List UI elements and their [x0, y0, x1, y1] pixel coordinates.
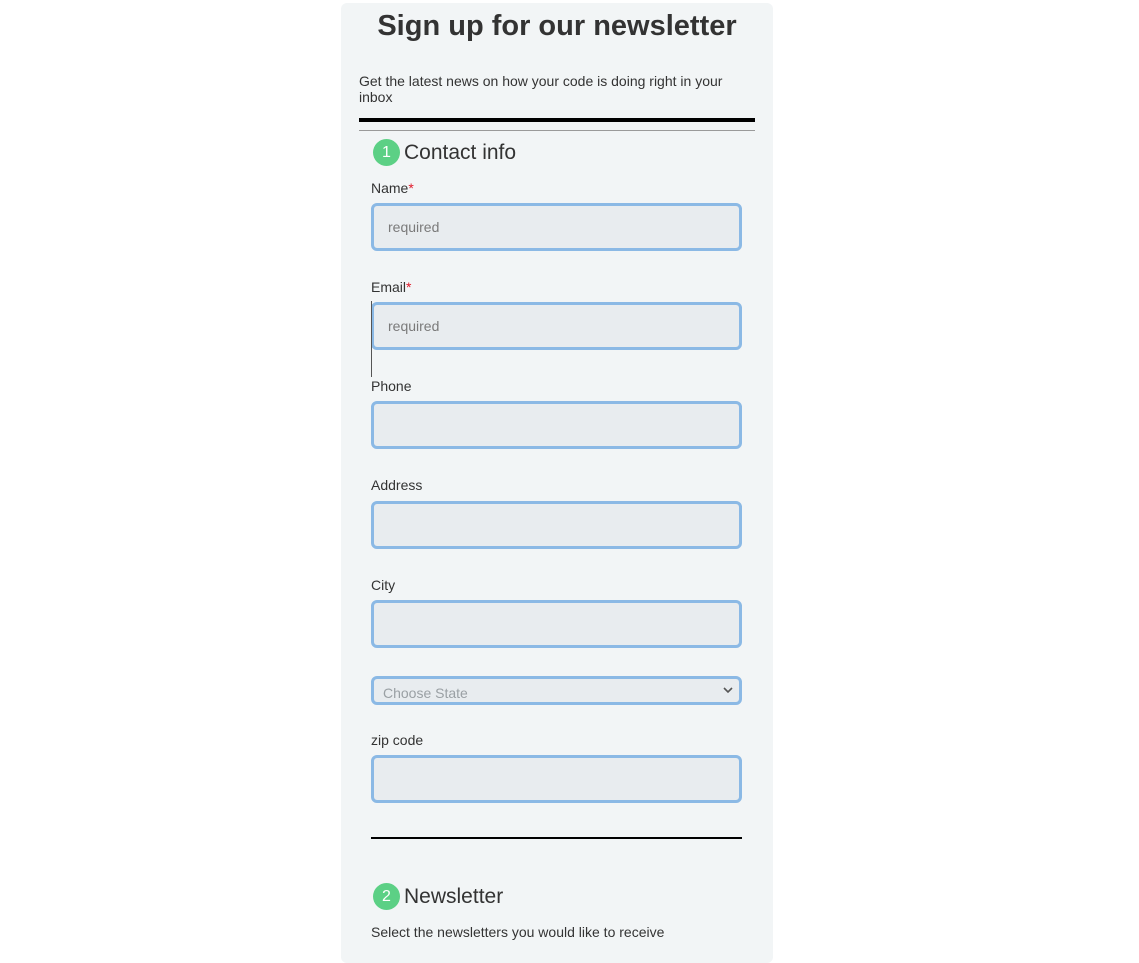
- address-input[interactable]: [371, 501, 742, 549]
- state-select[interactable]: Choose State: [371, 676, 742, 705]
- phone-label-text: Phone: [371, 378, 412, 394]
- step-2-badge: 2: [373, 883, 400, 910]
- phone-input[interactable]: [371, 401, 742, 449]
- phone-label: Phone: [371, 378, 411, 394]
- newsletter-section-title: Newsletter: [404, 884, 504, 908]
- header-divider-thick: [359, 118, 755, 122]
- email-label: Email*: [371, 279, 411, 295]
- name-label: Name*: [371, 180, 414, 196]
- address-label: Address: [371, 477, 422, 493]
- step-1-badge: 1: [373, 139, 400, 166]
- zip-label-text: zip code: [371, 732, 424, 748]
- city-label-text: City: [371, 577, 396, 593]
- page-intro: Get the latest news on how your code is …: [359, 73, 723, 105]
- contact-section-title: Contact info: [404, 140, 517, 164]
- chevron-down-icon: [723, 687, 733, 694]
- email-required-marker: *: [406, 279, 412, 295]
- city-label: City: [371, 577, 395, 593]
- email-input[interactable]: [371, 302, 742, 350]
- newsletter-intro: Select the newsletters you would like to…: [371, 924, 665, 940]
- signup-form-container: Sign up for our newsletter Get the lates…: [341, 3, 773, 963]
- name-label-text: Name: [371, 180, 409, 196]
- section-divider: [371, 837, 742, 839]
- text-cursor-line: [371, 301, 372, 377]
- header-divider-thin: [359, 130, 755, 131]
- contact-section-header: 1 Contact info: [373, 139, 516, 166]
- zip-label: zip code: [371, 732, 423, 748]
- zip-input[interactable]: [371, 755, 742, 803]
- name-input[interactable]: [371, 203, 742, 251]
- state-select-value: Choose State: [383, 685, 468, 701]
- email-label-text: Email: [371, 279, 407, 295]
- newsletter-section-header: 2 Newsletter: [373, 883, 503, 910]
- page-title: Sign up for our newsletter: [377, 10, 737, 42]
- name-required-marker: *: [408, 180, 414, 196]
- city-input[interactable]: [371, 600, 742, 648]
- address-label-text: Address: [371, 477, 423, 493]
